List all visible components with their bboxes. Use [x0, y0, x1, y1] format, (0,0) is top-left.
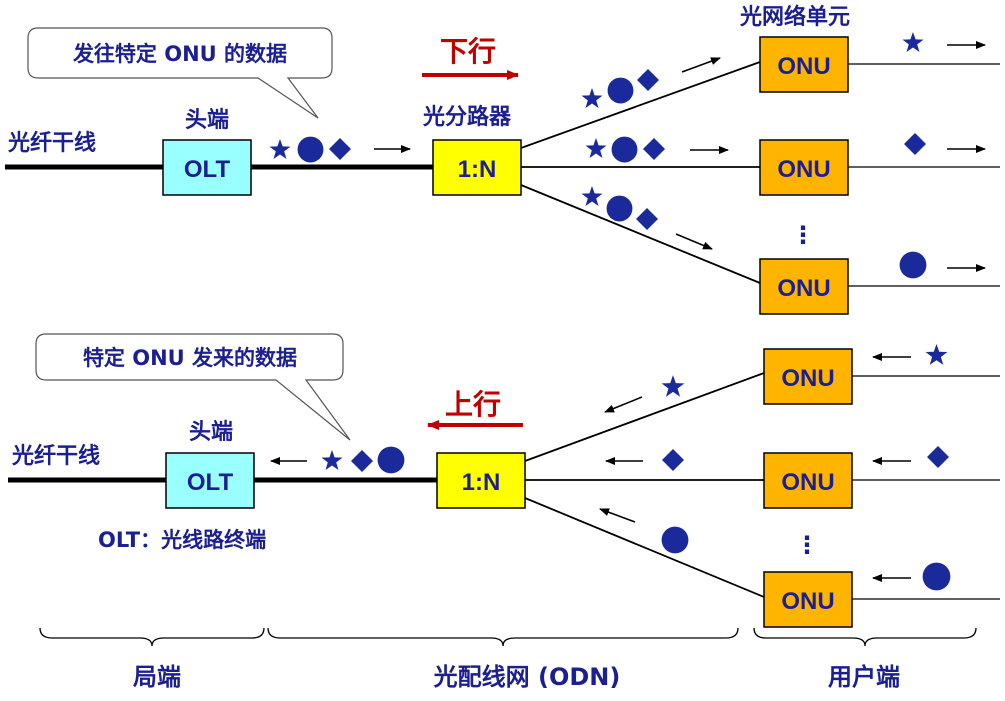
flow-arrow [681, 57, 721, 73]
section-label-user: 用户端 [828, 663, 900, 691]
olt-label: OLT [184, 156, 231, 183]
upstream-section: 光纤干线 OLT 头端 OLT：光线路终端 特定 ONU 发来的数据 上行 1:… [8, 333, 1000, 628]
star-symbol [269, 139, 291, 159]
flow-arrow [599, 508, 636, 523]
diamond-symbol [904, 133, 926, 155]
star-symbol [581, 186, 603, 206]
onu-label: ONU [777, 156, 830, 183]
callout-text: 特定 ONU 发来的数据 [83, 346, 297, 370]
branch-fiber [520, 61, 761, 149]
onu-label: ONU [777, 53, 830, 80]
onu-title: 光网络单元 [739, 4, 850, 30]
direction-label: 下行 [440, 35, 496, 68]
circle-symbol [377, 446, 405, 474]
pon-diagram: 光纤干线 OLT 头端 发往特定 ONU 的数据 下行 1:N 光分路器 光网络… [5, 4, 1000, 691]
head-label: 头端 [189, 420, 233, 445]
circle-symbol [899, 251, 927, 279]
fiber-label: 光纤干线 [7, 130, 96, 156]
diamond-symbol [351, 450, 373, 472]
diamond-symbol [662, 449, 684, 471]
splitter-label: 1:N [462, 469, 501, 496]
brace-odn [267, 627, 739, 647]
onu-label: ONU [781, 469, 834, 496]
olt-note: OLT：光线路终端 [98, 528, 266, 552]
splitter-label: 1:N [458, 156, 497, 183]
circle-symbol [611, 136, 638, 163]
star-symbol [661, 375, 685, 397]
diamond-symbol [636, 208, 658, 230]
diamond-symbol [927, 446, 949, 468]
brace-user [753, 627, 977, 647]
branch-fiber [524, 497, 765, 598]
direction-label: 上行 [445, 388, 501, 421]
branch-fiber [524, 372, 765, 462]
onu-label: ONU [781, 365, 834, 392]
diamond-symbol [329, 138, 351, 160]
circle-symbol [607, 77, 634, 104]
star-symbol [321, 450, 343, 470]
circle-symbol [661, 526, 689, 554]
onu-label: ONU [781, 588, 834, 615]
downstream-section: 光纤干线 OLT 头端 发往特定 ONU 的数据 下行 1:N 光分路器 光网络… [5, 4, 1000, 315]
vertical-dots: ⋮ [791, 221, 815, 249]
head-label: 头端 [185, 108, 229, 133]
star-symbol [902, 32, 924, 52]
section-label-office: 局端 [133, 663, 181, 691]
fiber-label: 光纤干线 [11, 443, 100, 469]
circle-symbol [922, 562, 951, 591]
splitter-title: 光分路器 [422, 104, 512, 130]
flow-arrow [604, 396, 643, 413]
star-symbol [581, 88, 603, 108]
vertical-dots: ⋮ [795, 531, 819, 559]
callout-text: 发往特定 ONU 的数据 [72, 42, 287, 66]
star-symbol [925, 344, 948, 365]
circle-symbol [297, 136, 324, 163]
section-label-odn: 光配线网 (ODN) [433, 663, 621, 691]
olt-label: OLT [187, 469, 234, 496]
brace-office [39, 627, 265, 647]
diamond-symbol [643, 138, 665, 160]
branch-fiber [520, 184, 761, 284]
section-braces [39, 627, 977, 647]
star-symbol [585, 138, 607, 158]
flow-arrow [675, 233, 713, 250]
diamond-symbol [637, 69, 659, 91]
circle-symbol [606, 195, 633, 222]
onu-label: ONU [777, 275, 830, 302]
